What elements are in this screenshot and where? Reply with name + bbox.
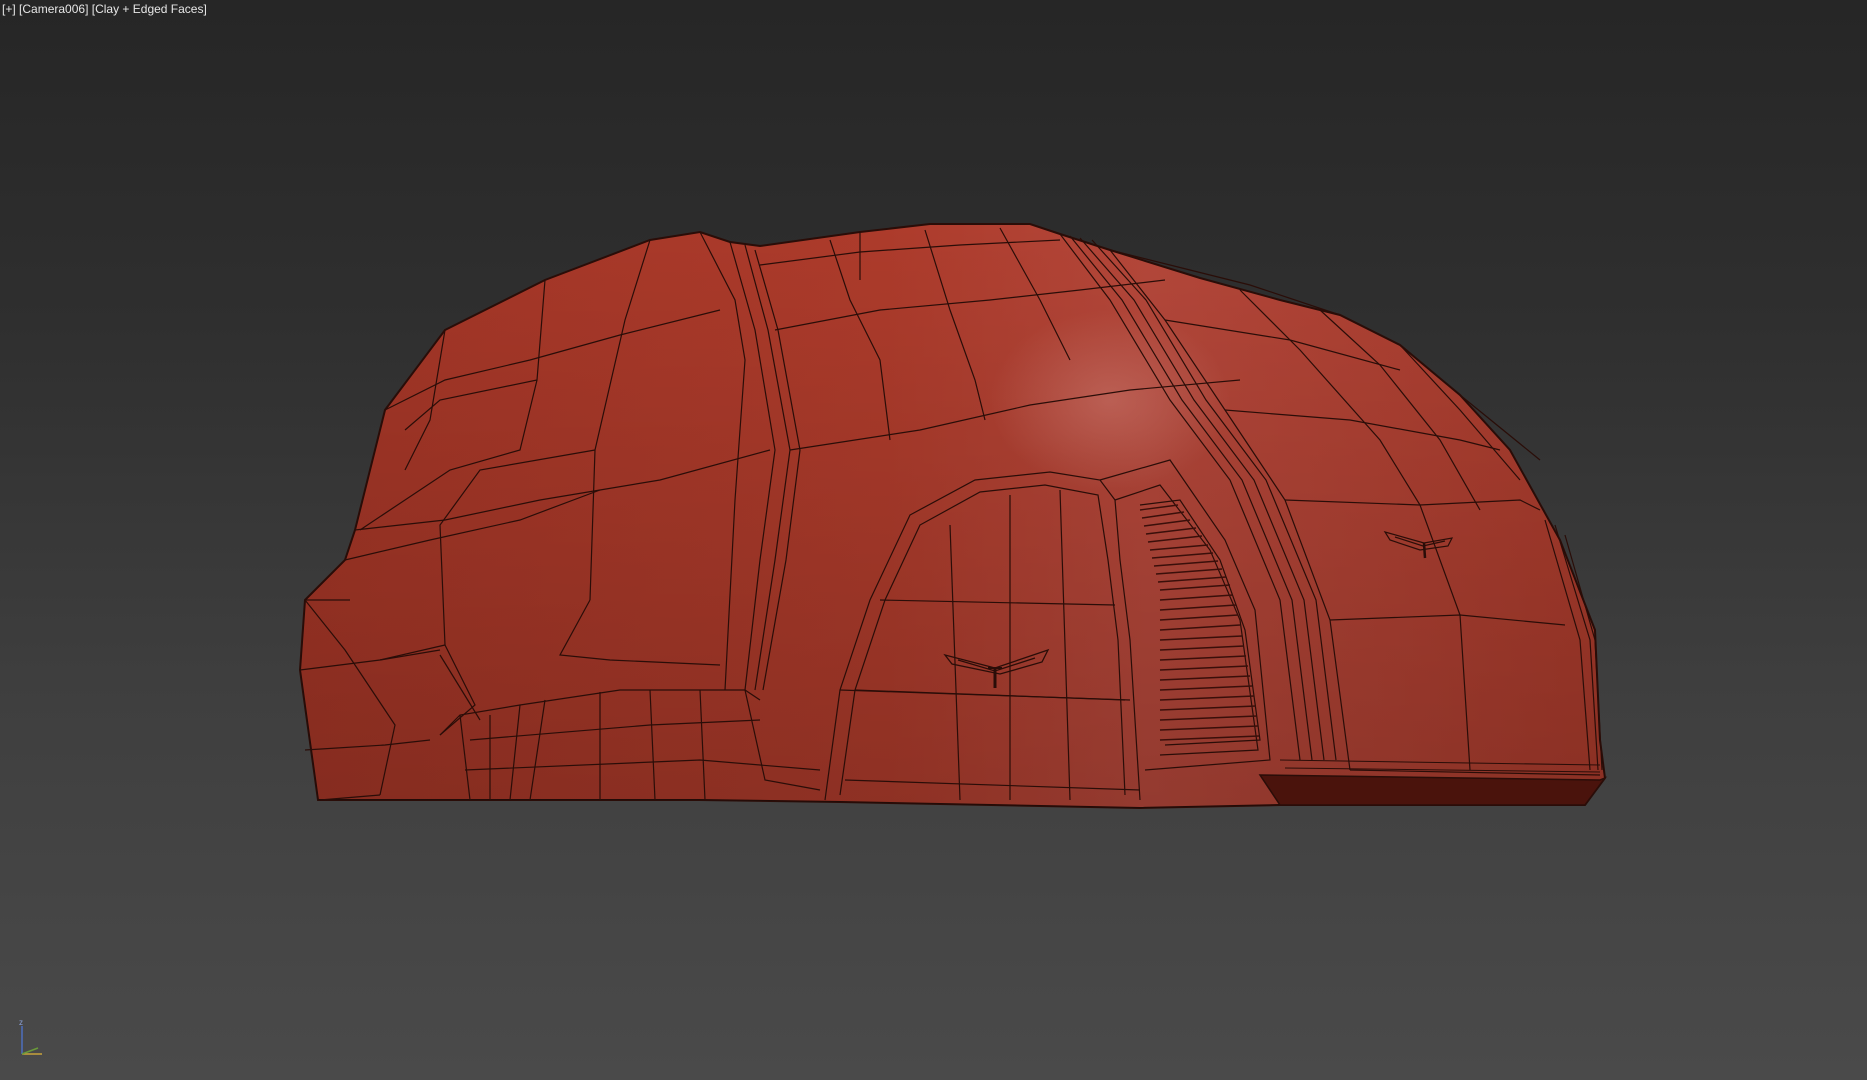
axis-tripod-icon: z	[19, 1018, 42, 1055]
axis-z-label: z	[19, 1018, 23, 1027]
model-render	[298, 223, 1608, 810]
3d-viewport[interactable]: [+] [Camera006] [Clay + Edged Faces] z	[0, 0, 1867, 1080]
model-body	[298, 223, 1607, 810]
